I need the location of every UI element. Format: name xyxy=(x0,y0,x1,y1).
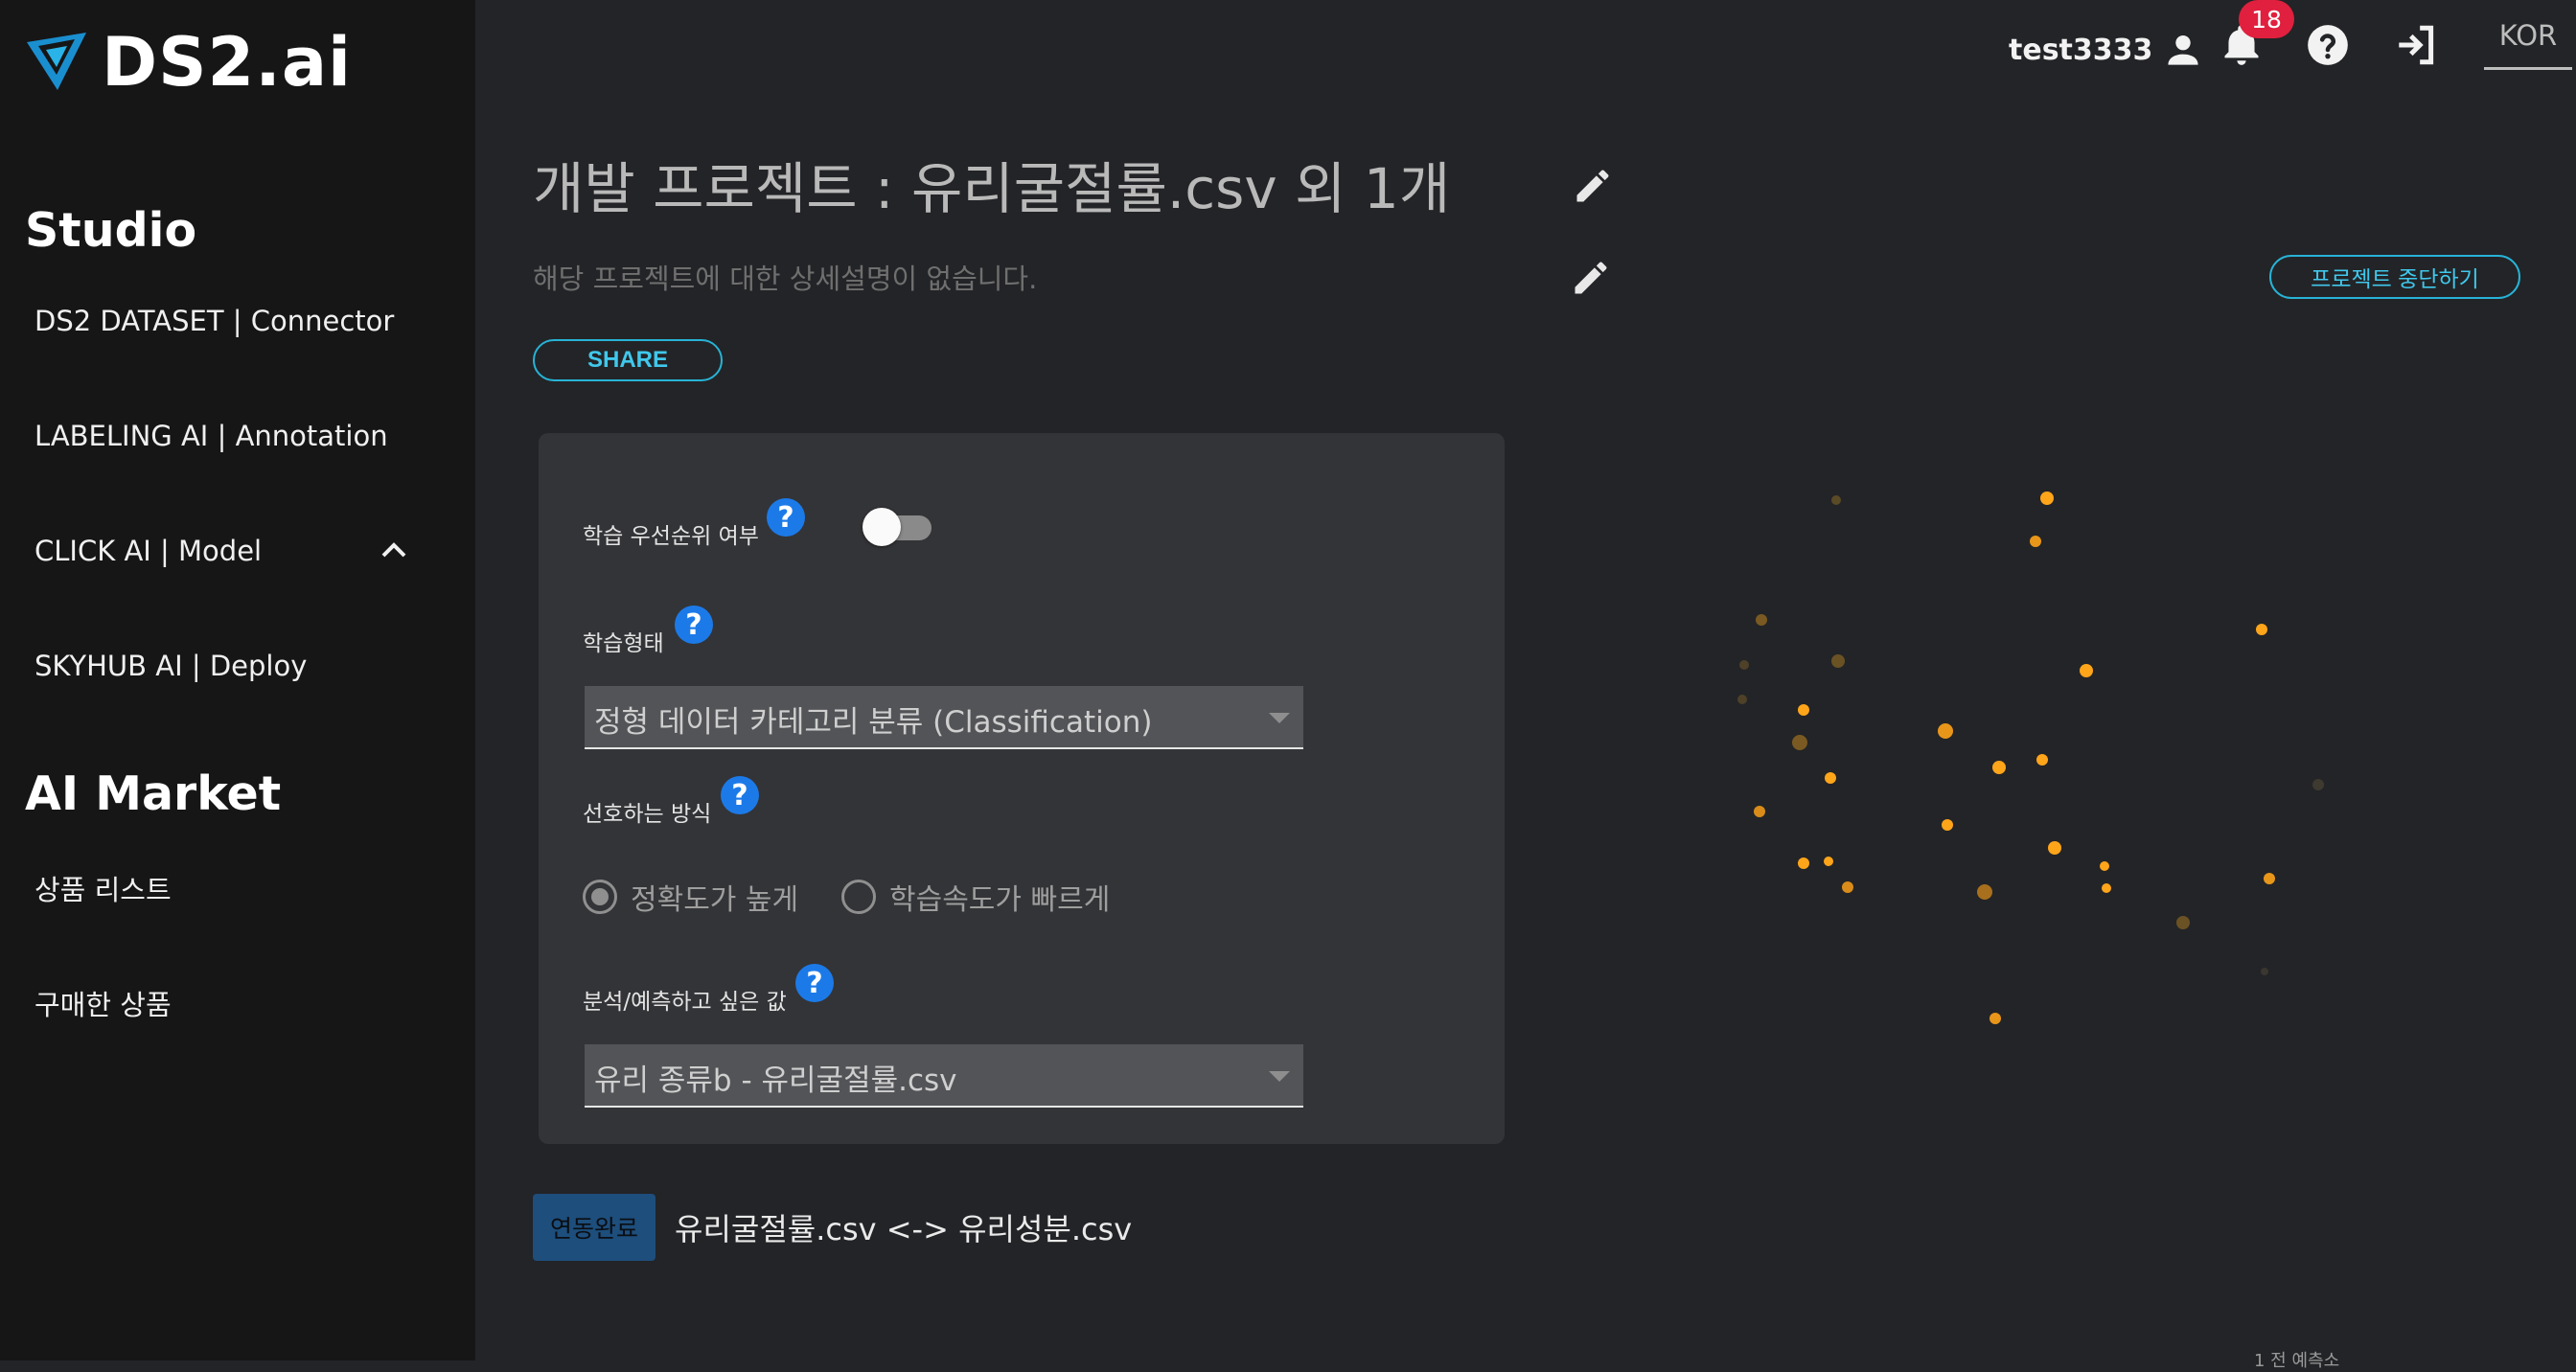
ds2-logo-icon xyxy=(27,33,86,90)
chevron-up-icon[interactable] xyxy=(380,538,408,561)
radio-button-selected[interactable] xyxy=(583,880,617,914)
radio-accuracy[interactable]: 정확도가 높게 xyxy=(583,876,798,918)
project-description: 해당 프로젝트에 대한 상세설명이 없습니다. xyxy=(533,263,1038,295)
share-button[interactable]: SHARE xyxy=(533,339,723,381)
radio-button-unselected[interactable] xyxy=(841,880,876,914)
sidebar-item-ds2-dataset[interactable]: DS2 DATASET | Connector xyxy=(34,305,394,337)
dropdown-arrow-icon xyxy=(1269,713,1290,723)
username: test3333 xyxy=(2009,33,2153,67)
radio-speed[interactable]: 학습속도가 빠르게 xyxy=(841,876,1110,918)
radio-accuracy-label: 정확도가 높게 xyxy=(631,883,799,917)
language-selector[interactable]: KOR xyxy=(2484,17,2572,70)
logout-icon[interactable] xyxy=(2392,21,2440,69)
stop-project-button[interactable]: 프로젝트 중단하기 xyxy=(2269,255,2520,299)
edit-title-pencil-icon[interactable] xyxy=(1572,165,1614,207)
project-title: 개발 프로젝트 : 유리굴절률.csv 외 1개 xyxy=(533,156,1451,221)
training-type-help-icon[interactable]: ? xyxy=(675,606,713,644)
target-value-label: 분석/예측하고 싶은 값 xyxy=(583,990,787,1015)
user-menu[interactable]: test3333 xyxy=(2009,29,2204,71)
sidebar-item-skyhub-ai[interactable]: SKYHUB AI | Deploy xyxy=(34,650,307,682)
preference-help-icon[interactable]: ? xyxy=(721,776,759,814)
link-status-badge: 연동완료 xyxy=(533,1194,656,1261)
sidebar-item-product-list[interactable]: 상품 리스트 xyxy=(34,868,172,908)
sidebar-item-click-ai[interactable]: CLICK AI | Model xyxy=(34,535,262,567)
brand-logo[interactable]: DS2.ai xyxy=(25,29,352,96)
target-value-select[interactable]: 유리 종류b - 유리굴절률.csv xyxy=(585,1044,1303,1108)
priority-help-icon[interactable]: ? xyxy=(767,498,805,537)
particle-dots xyxy=(1737,492,2324,1024)
ai-market-title: AI Market xyxy=(25,766,282,821)
preference-label: 선호하는 방식 xyxy=(583,802,712,827)
radio-speed-label: 학습속도가 빠르게 xyxy=(889,883,1111,917)
help-circle-icon[interactable] xyxy=(2304,21,2352,69)
sidebar: DS2.ai Studio DS2 DATASET | Connector LA… xyxy=(0,0,475,1361)
studio-title: Studio xyxy=(25,203,197,258)
training-type-value: 정형 데이터 카테고리 분류 (Classification) xyxy=(594,705,1153,740)
priority-toggle[interactable] xyxy=(862,506,939,546)
target-value-help-icon[interactable]: ? xyxy=(795,964,834,1002)
priority-label: 학습 우선순위 여부 xyxy=(583,524,759,549)
training-type-label: 학습형태 xyxy=(583,631,664,656)
corner-label: 1 전 예측소 xyxy=(2254,1351,2340,1371)
sidebar-item-purchased[interactable]: 구매한 상품 xyxy=(34,983,172,1023)
toggle-knob xyxy=(862,508,901,546)
sidebar-item-labeling-ai[interactable]: LABELING AI | Annotation xyxy=(34,420,388,452)
dropdown-arrow-icon xyxy=(1269,1071,1290,1082)
person-icon xyxy=(2168,34,2198,65)
loading-particles-animation xyxy=(1737,492,2324,1024)
notification-count-badge: 18 xyxy=(2239,0,2294,38)
brand-name: DS2.ai xyxy=(102,23,353,102)
edit-description-pencil-icon[interactable] xyxy=(1570,257,1612,299)
training-type-select[interactable]: 정형 데이터 카테고리 분류 (Classification) xyxy=(585,686,1303,749)
target-value: 유리 종류b - 유리굴절률.csv xyxy=(594,1063,957,1098)
linked-datasets-text: 유리굴절률.csv <-> 유리성분.csv xyxy=(675,1211,1133,1247)
